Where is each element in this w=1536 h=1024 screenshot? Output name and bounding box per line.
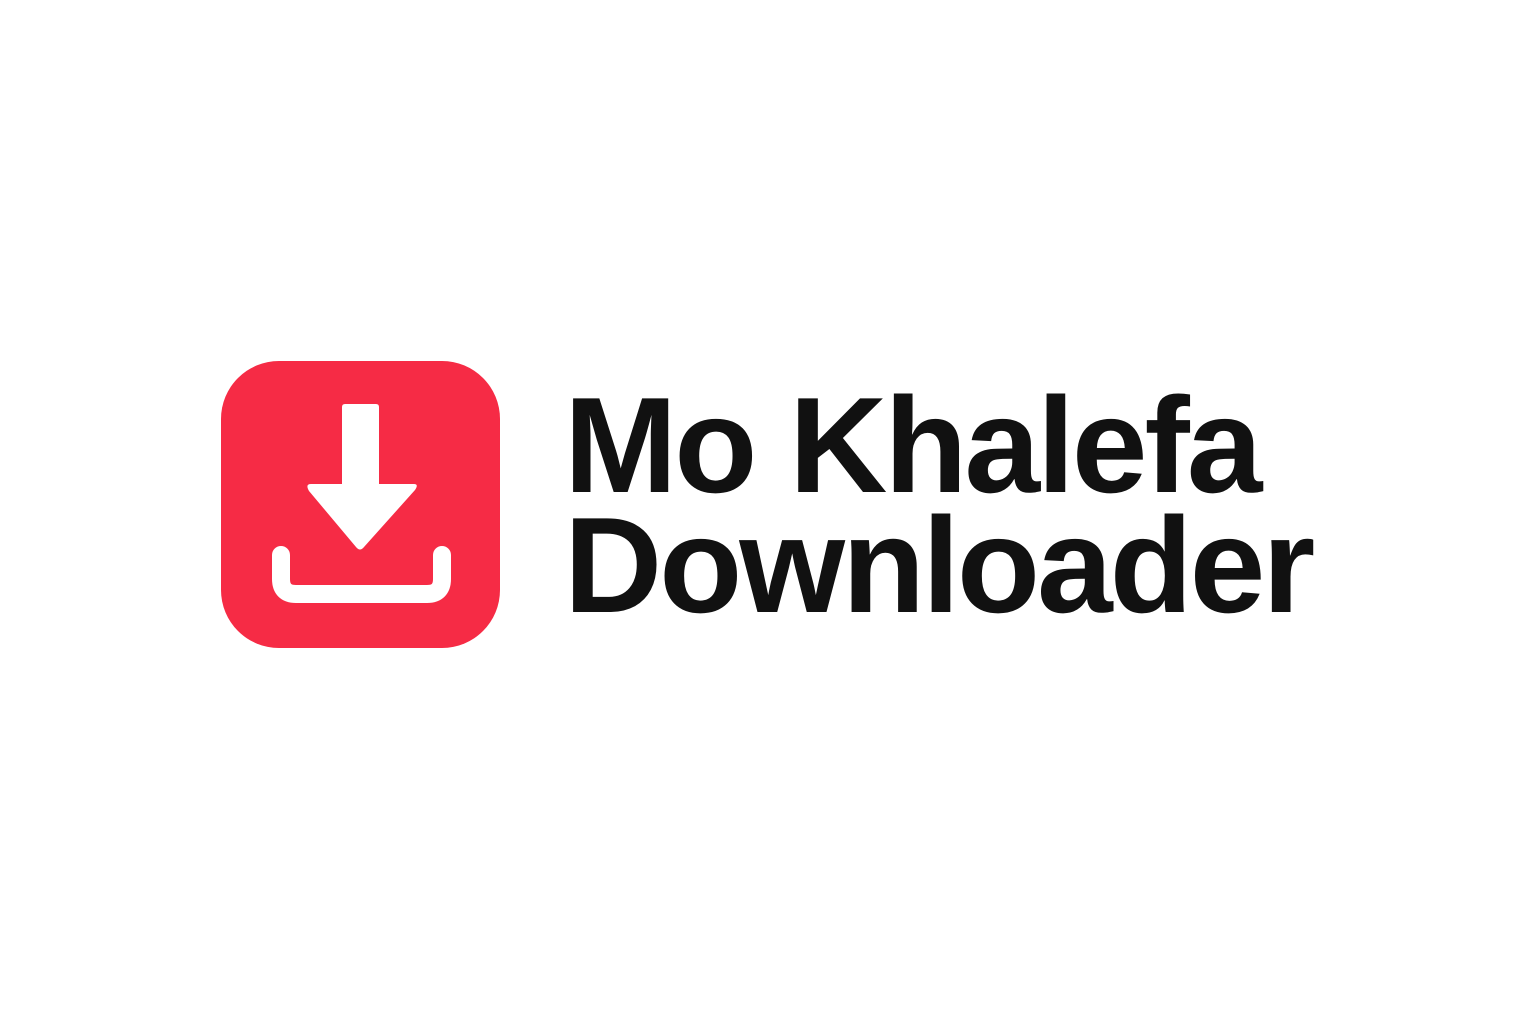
tray-shape	[272, 546, 451, 603]
brand-name-line-2: Downloader	[564, 488, 1315, 641]
brand-name-line-1: Mo Khalefa	[564, 368, 1262, 521]
arrow-down-shape	[307, 404, 417, 550]
brand-logo-lockup: Mo Khalefa Downloader	[221, 361, 1315, 648]
logo-canvas: Mo Khalefa Downloader	[0, 0, 1536, 1024]
app-icon	[221, 361, 500, 648]
brand-wordmark: Mo Khalefa Downloader	[564, 368, 1315, 641]
download-icon	[272, 404, 451, 603]
